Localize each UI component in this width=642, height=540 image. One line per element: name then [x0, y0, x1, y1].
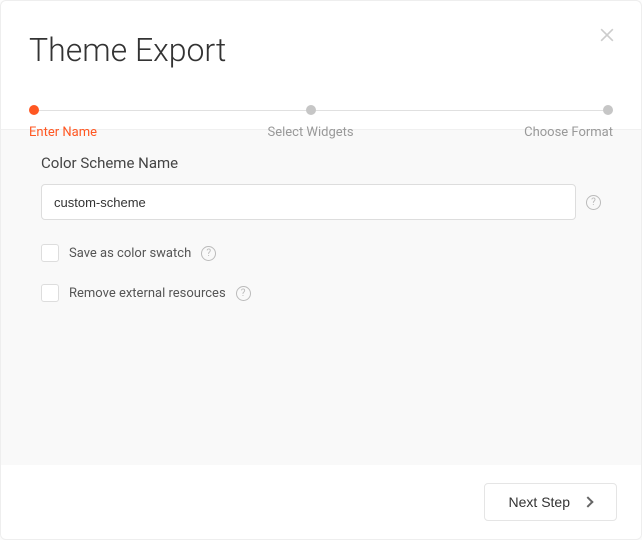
step-dot-icon: [306, 105, 316, 115]
help-icon[interactable]: ?: [201, 246, 216, 261]
step-enter-name[interactable]: Enter Name: [29, 105, 97, 140]
step-choose-format[interactable]: Choose Format: [524, 105, 613, 140]
step-select-widgets[interactable]: Select Widgets: [267, 105, 353, 140]
step-label: Enter Name: [29, 125, 97, 140]
remove-resources-checkbox[interactable]: [41, 284, 59, 302]
chevron-right-icon: [582, 496, 593, 507]
close-button[interactable]: [597, 25, 617, 45]
dialog-title: Theme Export: [1, 1, 641, 77]
form-content: Color Scheme Name ? Save as color swatch…: [1, 129, 641, 489]
step-label: Choose Format: [524, 125, 613, 140]
help-icon[interactable]: ?: [236, 286, 251, 301]
theme-export-dialog: Theme Export Enter Name Select Widgets C…: [0, 0, 642, 540]
remove-resources-label: Remove external resources: [69, 286, 226, 301]
save-swatch-checkbox[interactable]: [41, 244, 59, 262]
scheme-name-input[interactable]: [41, 184, 576, 220]
save-swatch-label: Save as color swatch: [69, 246, 191, 261]
step-dot-icon: [603, 105, 613, 115]
wizard-stepper: Enter Name Select Widgets Choose Format: [1, 77, 641, 129]
step-label: Select Widgets: [267, 125, 353, 140]
next-step-button[interactable]: Next Step: [484, 483, 617, 521]
help-icon[interactable]: ?: [586, 195, 601, 210]
step-dot-icon: [29, 105, 39, 115]
scheme-name-label: Color Scheme Name: [41, 154, 601, 172]
close-icon: [597, 25, 617, 45]
dialog-footer: Next Step: [1, 465, 641, 539]
next-step-label: Next Step: [509, 494, 570, 510]
